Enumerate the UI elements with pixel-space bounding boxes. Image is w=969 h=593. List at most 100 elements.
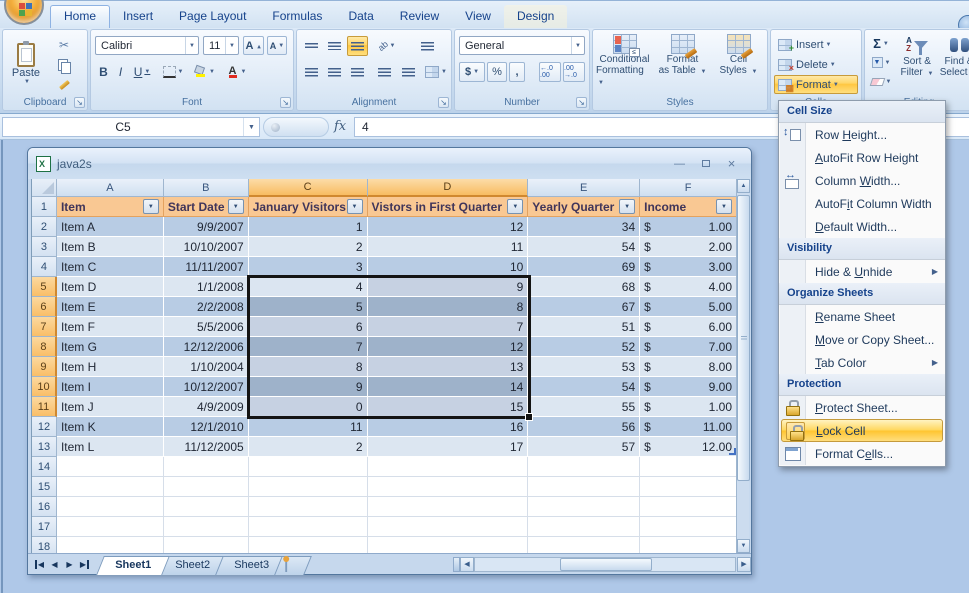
cell-F7[interactable]: $6.00 [640,317,737,337]
cell-E12[interactable]: 56 [528,417,640,437]
cell-D16[interactable] [368,497,529,517]
row-header-18[interactable]: 18 [32,537,57,553]
align-center-button[interactable] [324,62,345,82]
cell-D17[interactable] [368,517,529,537]
insert-cells-button[interactable]: + Insert▼ [774,35,858,54]
align-left-button[interactable] [301,62,322,82]
row-header-2[interactable]: 2 [32,217,57,237]
cell-E4[interactable]: 69 [528,257,640,277]
cell-B5[interactable]: 1/1/2008 [164,277,249,297]
align-top-button[interactable] [301,36,322,56]
insert-function-icon[interactable]: fx [334,119,346,134]
menu-item-hide-unhide[interactable]: Hide & Unhide▶ [779,260,945,283]
tab-formulas[interactable]: Formulas [259,5,335,29]
percent-format-button[interactable]: % [487,62,507,82]
cell-F5[interactable]: $4.00 [640,277,737,297]
filter-dropdown-button[interactable]: ▼ [619,199,635,214]
cell-E17[interactable] [528,517,640,537]
cell-F15[interactable] [640,477,737,497]
cell-F10[interactable]: $9.00 [640,377,737,397]
cell-D15[interactable] [368,477,529,497]
row-header-14[interactable]: 14 [32,457,57,477]
filter-dropdown-button[interactable]: ▼ [228,199,244,214]
cell-B11[interactable]: 4/9/2009 [164,397,249,417]
cell-D8[interactable]: 12 [368,337,529,357]
cell-C12[interactable]: 11 [249,417,368,437]
insert-worksheet-tab[interactable] [274,556,312,575]
menu-item-lock-cell[interactable]: Lock Cell [781,419,943,442]
shrink-font-button[interactable]: A▼ [267,36,287,55]
cell-D11[interactable]: 15 [368,397,529,417]
orientation-button[interactable]: ab▼ [373,36,400,56]
vertical-scrollbar[interactable]: ▲ ▼ [736,179,749,553]
horizontal-scrollbar[interactable] [474,557,736,572]
select-all-corner[interactable] [32,179,57,197]
office-button[interactable] [4,0,44,25]
bold-button[interactable]: B [95,62,112,82]
increase-decimal-button[interactable]: ←.0 .00 [539,62,561,82]
merge-center-button[interactable]: ▼ [423,62,449,82]
menu-item-column-width[interactable]: Column Width... [779,169,945,192]
header-cell-A1[interactable]: Item▼ [57,197,164,217]
borders-button[interactable]: ▼ [159,62,187,82]
restore-button[interactable] [694,156,717,172]
row-header-6[interactable]: 6 [32,297,57,317]
alignment-dialog-launcher[interactable]: ↘ [438,97,449,108]
cell-D13[interactable]: 17 [368,437,529,457]
cell-C14[interactable] [249,457,368,477]
fill-button[interactable]: ▼▼ [867,54,895,71]
align-bottom-button[interactable] [347,36,368,56]
cell-B9[interactable]: 1/10/2004 [164,357,249,377]
cell-B7[interactable]: 5/5/2006 [164,317,249,337]
cell-A12[interactable]: Item K [57,417,164,437]
cell-B13[interactable]: 11/12/2005 [164,437,249,457]
cell-C9[interactable]: 8 [249,357,368,377]
cell-A9[interactable]: Item H [57,357,164,377]
column-header-A[interactable]: A [57,179,164,197]
row-header-7[interactable]: 7 [32,317,57,337]
next-sheet-button[interactable]: ▶ [62,557,77,572]
italic-button[interactable]: I [113,62,128,82]
column-header-C[interactable]: C [249,179,368,197]
comma-format-button[interactable]: , [509,62,525,82]
tab-insert[interactable]: Insert [110,5,166,29]
currency-format-button[interactable]: $▼ [459,62,485,82]
cell-B4[interactable]: 11/11/2007 [164,257,249,277]
column-header-D[interactable]: D [368,179,529,197]
cell-D4[interactable]: 10 [368,257,529,277]
cell-B17[interactable] [164,517,249,537]
cell-F2[interactable]: $1.00 [640,217,737,237]
cell-B14[interactable] [164,457,249,477]
header-cell-B1[interactable]: Start Date▼ [164,197,249,217]
cell-C2[interactable]: 1 [249,217,368,237]
cell-D14[interactable] [368,457,529,477]
cell-A16[interactable] [57,497,164,517]
row-header-16[interactable]: 16 [32,497,57,517]
row-header-8[interactable]: 8 [32,337,57,357]
cell-E16[interactable] [528,497,640,517]
cell-D10[interactable]: 14 [368,377,529,397]
menu-item-autofit-row-height[interactable]: AutoFit Row Height [779,146,945,169]
underline-button[interactable]: U▼ [129,62,155,82]
first-sheet-button[interactable]: ◀ [32,557,47,572]
cell-F11[interactable]: $1.00 [640,397,737,417]
font-dialog-launcher[interactable]: ↘ [280,97,291,108]
cell-C16[interactable] [249,497,368,517]
hscroll-right-button[interactable]: ▶ [737,557,751,572]
cell-A15[interactable] [57,477,164,497]
cell-F13[interactable]: $12.00 [640,437,737,457]
menu-item-protect-sheet[interactable]: Protect Sheet... [779,396,945,419]
find-select-button[interactable]: Find & Select ▼ [939,34,969,96]
minimize-button[interactable]: — [668,156,691,172]
tab-design[interactable]: Design [504,5,567,29]
cell-C7[interactable]: 6 [249,317,368,337]
row-header-5[interactable]: 5 [32,277,57,297]
cell-E15[interactable] [528,477,640,497]
cell-A10[interactable]: Item I [57,377,164,397]
cell-C13[interactable]: 2 [249,437,368,457]
clear-button[interactable]: ▼ [867,73,895,90]
tab-view[interactable]: View [452,5,504,29]
cell-B10[interactable]: 10/12/2007 [164,377,249,397]
cell-E7[interactable]: 51 [528,317,640,337]
row-header-17[interactable]: 17 [32,517,57,537]
